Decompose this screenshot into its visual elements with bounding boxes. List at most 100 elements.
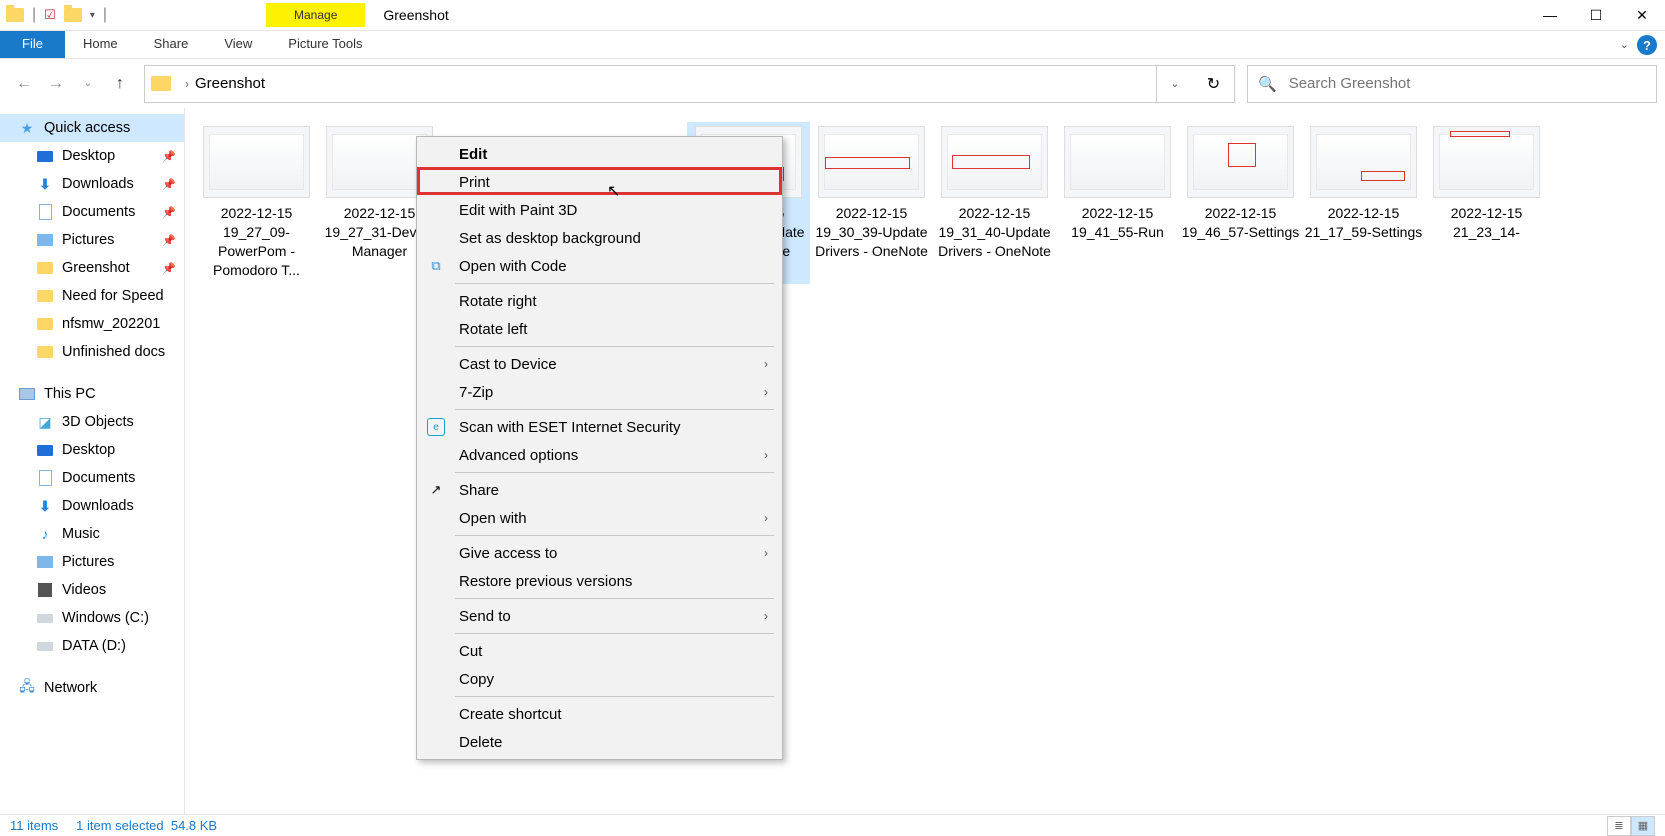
sidebar-item-downloads[interactable]: ⬇Downloads📌 bbox=[0, 170, 184, 198]
sidebar-item-pictures[interactable]: Pictures📌 bbox=[0, 226, 184, 254]
sidebar-item-nfsmw[interactable]: nfsmw_202201 bbox=[0, 310, 184, 338]
sidebar-network[interactable]: 🖧Network bbox=[0, 674, 184, 702]
address-history-dropdown[interactable]: ⌄ bbox=[1157, 65, 1193, 103]
context-menu-set-desktop-bg[interactable]: Set as desktop background bbox=[417, 224, 782, 252]
search-icon: 🔍 bbox=[1258, 75, 1277, 93]
help-icon[interactable]: ? bbox=[1637, 35, 1657, 55]
sidebar-item-windows-c[interactable]: Windows (C:) bbox=[0, 604, 184, 632]
context-menu-advanced-options[interactable]: Advanced options› bbox=[417, 441, 782, 469]
file-tab[interactable]: File bbox=[0, 31, 65, 58]
file-name: 2022-12-15 19_30_39-Update Drivers - One… bbox=[812, 204, 931, 261]
sidebar-item-pictures[interactable]: Pictures bbox=[0, 548, 184, 576]
pin-icon: 📌 bbox=[162, 178, 176, 191]
context-menu-edit[interactable]: Edit bbox=[417, 140, 782, 168]
context-menu-open-with-code[interactable]: ⧉Open with Code bbox=[417, 252, 782, 280]
sidebar-item-music[interactable]: ♪Music bbox=[0, 520, 184, 548]
context-menu-open-with[interactable]: Open with› bbox=[417, 504, 782, 532]
folder-icon[interactable] bbox=[64, 8, 82, 22]
thumbnail bbox=[1310, 126, 1417, 198]
sidebar-item-greenshot[interactable]: Greenshot📌 bbox=[0, 254, 184, 282]
thumbnail bbox=[818, 126, 925, 198]
videos-icon bbox=[38, 583, 52, 597]
context-menu-cut[interactable]: Cut bbox=[417, 637, 782, 665]
thumbnails-view-button[interactable]: ▦ bbox=[1631, 816, 1655, 836]
recent-locations-icon[interactable]: ⌄ bbox=[72, 68, 104, 100]
navigation-bar: ← → ⌄ ↑ › Greenshot ⌄ ↻ 🔍 bbox=[0, 59, 1665, 108]
status-selected: 1 item selected 54.8 KB bbox=[76, 818, 217, 833]
folder-icon bbox=[37, 318, 53, 330]
file-name: 2022-12-15 19_46_57-Settings bbox=[1181, 204, 1300, 242]
sidebar-item-desktop[interactable]: Desktop bbox=[0, 436, 184, 464]
sidebar-item-data-d[interactable]: DATA (D:) bbox=[0, 632, 184, 660]
sidebar-this-pc[interactable]: This PC bbox=[0, 380, 184, 408]
context-menu-scan-eset[interactable]: eScan with ESET Internet Security bbox=[417, 413, 782, 441]
context-menu-give-access[interactable]: Give access to› bbox=[417, 539, 782, 567]
file-item[interactable]: 2022-12-15 19_27_09-PowerPom - Pomodoro … bbox=[195, 122, 318, 284]
maximize-button[interactable]: ☐ bbox=[1573, 0, 1619, 31]
context-menu-rotate-left[interactable]: Rotate left bbox=[417, 315, 782, 343]
thumbnail bbox=[1433, 126, 1540, 198]
minimize-button[interactable]: — bbox=[1527, 0, 1573, 31]
separator bbox=[455, 409, 774, 410]
context-menu-share[interactable]: ↗Share bbox=[417, 476, 782, 504]
file-list[interactable]: 2022-12-15 19_27_09-PowerPom - Pomodoro … bbox=[185, 108, 1665, 814]
picture-tools-tab[interactable]: Picture Tools bbox=[270, 31, 380, 58]
separator: | bbox=[103, 6, 107, 24]
sidebar-item-label: Quick access bbox=[44, 120, 130, 136]
file-item[interactable]: 2022-12-15 19_31_40-Update Drivers - One… bbox=[933, 122, 1056, 284]
ribbon-collapse-icon[interactable]: ⌄ bbox=[1620, 38, 1629, 51]
properties-icon[interactable]: ☑ bbox=[44, 7, 56, 23]
documents-icon bbox=[39, 204, 52, 220]
context-menu-7zip[interactable]: 7-Zip› bbox=[417, 378, 782, 406]
file-item[interactable]: 2022-12-15 19_30_39-Update Drivers - One… bbox=[810, 122, 933, 284]
sidebar-item-downloads[interactable]: ⬇Downloads bbox=[0, 492, 184, 520]
file-item[interactable]: 2022-12-15 19_46_57-Settings bbox=[1179, 122, 1302, 284]
manage-tab[interactable]: Manage bbox=[266, 3, 365, 27]
sidebar-item-documents[interactable]: Documents📌 bbox=[0, 198, 184, 226]
details-view-button[interactable]: ≣ bbox=[1607, 816, 1631, 836]
context-menu-edit-paint3d[interactable]: Edit with Paint 3D bbox=[417, 196, 782, 224]
folder-icon bbox=[37, 262, 53, 274]
file-name: 2022-12-15 19_27_09-PowerPom - Pomodoro … bbox=[197, 204, 316, 280]
pin-icon: 📌 bbox=[162, 262, 176, 275]
search-box[interactable]: 🔍 bbox=[1247, 65, 1657, 103]
sidebar-item-3dobjects[interactable]: ◪3D Objects bbox=[0, 408, 184, 436]
desktop-icon bbox=[37, 151, 53, 162]
home-tab[interactable]: Home bbox=[65, 31, 136, 58]
sidebar-quick-access[interactable]: ★ Quick access bbox=[0, 114, 184, 142]
sidebar-item-documents[interactable]: Documents bbox=[0, 464, 184, 492]
up-button[interactable]: ↑ bbox=[104, 68, 136, 100]
context-menu-cast[interactable]: Cast to Device› bbox=[417, 350, 782, 378]
folder-icon[interactable] bbox=[6, 8, 24, 22]
context-menu-copy[interactable]: Copy bbox=[417, 665, 782, 693]
search-input[interactable] bbox=[1289, 75, 1646, 92]
sidebar-item-unfinished[interactable]: Unfinished docs bbox=[0, 338, 184, 366]
context-menu-rotate-right[interactable]: Rotate right bbox=[417, 287, 782, 315]
forward-button[interactable]: → bbox=[40, 68, 72, 100]
sidebar-item-videos[interactable]: Videos bbox=[0, 576, 184, 604]
chevron-right-icon: › bbox=[764, 511, 768, 525]
context-menu-delete[interactable]: Delete bbox=[417, 728, 782, 756]
file-item[interactable]: 2022-12-15 21_17_59-Settings bbox=[1302, 122, 1425, 284]
address-bar[interactable]: › Greenshot bbox=[144, 65, 1157, 103]
pin-icon: 📌 bbox=[162, 150, 176, 163]
sidebar-item-needforspeed[interactable]: Need for Speed bbox=[0, 282, 184, 310]
context-menu-create-shortcut[interactable]: Create shortcut bbox=[417, 700, 782, 728]
context-menu-send-to[interactable]: Send to› bbox=[417, 602, 782, 630]
qat-dropdown-icon[interactable]: ▾ bbox=[90, 10, 95, 21]
sidebar-item-desktop[interactable]: Desktop📌 bbox=[0, 142, 184, 170]
separator bbox=[455, 346, 774, 347]
thumbnail bbox=[203, 126, 310, 198]
close-button[interactable]: ✕ bbox=[1619, 0, 1665, 31]
file-item[interactable]: 2022-12-15 21_23_14- bbox=[1425, 122, 1548, 284]
context-menu-print[interactable]: Print bbox=[417, 168, 782, 196]
share-tab[interactable]: Share bbox=[136, 31, 207, 58]
file-item[interactable]: 2022-12-15 19_41_55-Run bbox=[1056, 122, 1179, 284]
refresh-button[interactable]: ↻ bbox=[1193, 65, 1235, 103]
chevron-right-icon[interactable]: › bbox=[185, 77, 189, 91]
breadcrumb[interactable]: Greenshot bbox=[195, 75, 265, 92]
view-tab[interactable]: View bbox=[206, 31, 270, 58]
context-menu-restore-versions[interactable]: Restore previous versions bbox=[417, 567, 782, 595]
back-button[interactable]: ← bbox=[8, 68, 40, 100]
vscode-icon: ⧉ bbox=[427, 257, 445, 275]
